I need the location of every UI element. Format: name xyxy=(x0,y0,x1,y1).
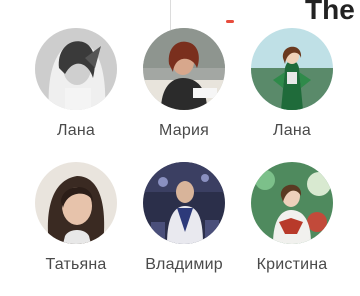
friend-name[interactable]: Татьяна xyxy=(45,256,106,274)
avatar[interactable] xyxy=(251,162,333,244)
clipped-heading: The xyxy=(305,0,355,25)
accent-mark xyxy=(226,20,234,23)
friend-name[interactable]: Лана xyxy=(57,122,95,140)
friend-item[interactable]: Татьяна xyxy=(22,162,130,296)
friend-name[interactable]: Мария xyxy=(159,122,209,140)
friend-item[interactable]: Кристина xyxy=(238,162,346,296)
friend-item[interactable]: Лана xyxy=(238,28,346,162)
avatar[interactable] xyxy=(251,28,333,110)
header-strip: The xyxy=(0,0,360,30)
avatar[interactable] xyxy=(35,28,117,110)
friend-item[interactable]: Лана xyxy=(22,28,130,162)
avatar[interactable] xyxy=(143,28,225,110)
friend-item[interactable]: Мария xyxy=(130,28,238,162)
friend-name[interactable]: Кристина xyxy=(257,256,328,274)
friend-name[interactable]: Владимир xyxy=(145,256,223,274)
friend-name[interactable]: Лана xyxy=(273,122,311,140)
avatar[interactable] xyxy=(35,162,117,244)
friends-grid: Лана Мария Лана Татьяна Владимир Кристин… xyxy=(22,28,346,296)
friends-widget: The Лана Мария Лана Татьяна Владимир Кри… xyxy=(0,0,360,296)
avatar[interactable] xyxy=(143,162,225,244)
panel-divider xyxy=(170,0,171,30)
friend-item[interactable]: Владимир xyxy=(130,162,238,296)
